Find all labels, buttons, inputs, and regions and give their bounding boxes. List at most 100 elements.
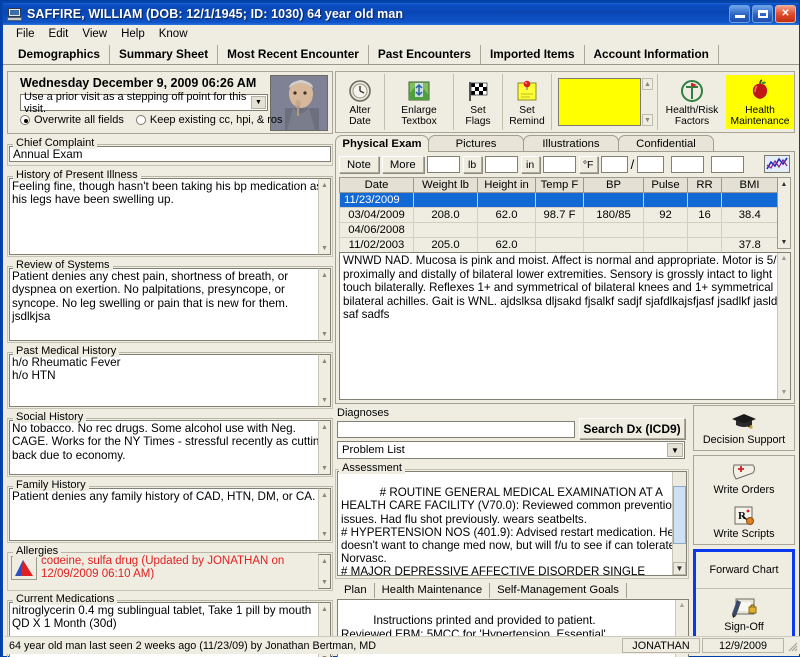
table-row[interactable]: 03/04/2009 208.0 62.0 98.7 F 180/85 92 1…: [339, 207, 778, 223]
scroll-up-icon[interactable]: ▲: [319, 269, 330, 281]
social-history-textarea[interactable]: No tobacco. No rec drugs. Some alcohol u…: [9, 420, 331, 475]
scroll-up-icon[interactable]: ▲: [641, 78, 653, 90]
col-height[interactable]: Height in: [477, 177, 536, 193]
radio-keep-existing[interactable]: Keep existing cc, hpi, & ros: [135, 114, 283, 126]
set-remind-button[interactable]: Set Remind: [503, 75, 551, 129]
pulse-input[interactable]: [671, 156, 705, 173]
close-button[interactable]: ✕: [775, 5, 796, 23]
ros-textarea[interactable]: Patient denies any chest pain, shortness…: [9, 268, 331, 341]
scroll-down-icon[interactable]: ▼: [778, 387, 790, 399]
tab-most-recent-encounter[interactable]: Most Recent Encounter: [218, 45, 369, 64]
alter-date-button[interactable]: Alter Date: [336, 75, 384, 129]
physical-exam-note[interactable]: WNWD NAD. Mucosa is pink and moist. Affe…: [339, 252, 791, 400]
table-row[interactable]: 11/23/2009: [339, 192, 778, 208]
temp-input[interactable]: [542, 156, 576, 173]
ros-scrollbar[interactable]: ▲ ▼: [318, 268, 331, 341]
allergies-scrollbar[interactable]: ▲ ▼: [318, 554, 331, 589]
weight-input[interactable]: [426, 156, 460, 173]
scroll-up-icon[interactable]: ▲: [778, 178, 790, 190]
problem-list-select[interactable]: Problem List ▼: [337, 441, 685, 459]
write-scripts-button[interactable]: R Write Scripts: [694, 500, 794, 544]
yellow-notepad[interactable]: [558, 78, 641, 126]
tab-confidential[interactable]: Confidential: [618, 135, 714, 152]
height-input[interactable]: [484, 156, 518, 173]
weight-unit-label[interactable]: lb: [462, 156, 482, 173]
family-history-textarea[interactable]: Patient denies any family history of CAD…: [9, 488, 331, 541]
note-button[interactable]: Note: [339, 156, 379, 173]
pmh-scrollbar[interactable]: ▲ ▼: [318, 354, 331, 407]
sign-off-button[interactable]: Sign-Off: [696, 588, 792, 638]
allergies-value[interactable]: codeine, sulfa drug (Updated by JONATHAN…: [41, 555, 315, 581]
scroll-up-icon[interactable]: ▲: [319, 355, 330, 367]
tab-pictures[interactable]: Pictures: [428, 135, 524, 152]
scroll-up-icon[interactable]: ▲: [319, 421, 330, 433]
scroll-down-icon[interactable]: ▼: [319, 394, 330, 406]
scroll-down-icon[interactable]: ▼: [319, 528, 330, 540]
tab-imported-items[interactable]: Imported Items: [481, 45, 585, 64]
menu-file[interactable]: File: [9, 27, 42, 42]
bp-systolic-input[interactable]: [600, 156, 628, 173]
table-row[interactable]: 04/06/2008: [339, 222, 778, 238]
diagnoses-input[interactable]: [337, 421, 575, 438]
scroll-down-icon[interactable]: ▼: [319, 328, 330, 340]
table-row[interactable]: 11/02/2003 205.0 62.0 37.8: [339, 237, 778, 253]
maximize-button[interactable]: [752, 5, 773, 23]
temp-unit-label[interactable]: °F: [578, 156, 598, 173]
tab-health-maintenance[interactable]: Health Maintenance: [375, 583, 491, 598]
scroll-up-icon[interactable]: ▲: [319, 603, 330, 615]
enlarge-textbox-button[interactable]: Enlarge Textbox: [385, 75, 453, 129]
minimize-button[interactable]: [729, 5, 750, 23]
scroll-down-icon[interactable]: ▼: [319, 462, 330, 474]
menu-edit[interactable]: Edit: [42, 27, 76, 42]
assessment-scrollbar[interactable]: ▲ ▼: [672, 472, 686, 575]
scroll-up-icon[interactable]: ▲: [778, 253, 790, 265]
tab-plan[interactable]: Plan: [337, 583, 375, 598]
tab-self-management-goals[interactable]: Self-Management Goals: [490, 583, 627, 598]
forward-chart-button[interactable]: Forward Chart: [696, 552, 792, 588]
family-scrollbar[interactable]: ▲ ▼: [318, 488, 331, 541]
scrollbar-thumb[interactable]: [673, 486, 686, 544]
trend-graph-icon[interactable]: [764, 155, 790, 173]
scroll-up-icon[interactable]: ▲: [319, 179, 330, 191]
tab-physical-exam[interactable]: Physical Exam: [335, 135, 429, 152]
chevron-down-icon[interactable]: ▼: [251, 96, 266, 109]
menu-help[interactable]: Help: [114, 27, 152, 42]
tab-demographics[interactable]: Demographics: [9, 45, 110, 64]
chevron-down-icon[interactable]: ▼: [667, 443, 683, 457]
set-flags-button[interactable]: Set Flags: [454, 75, 502, 129]
decision-support-button[interactable]: Decision Support: [694, 406, 794, 450]
hpi-scrollbar[interactable]: ▲ ▼: [318, 178, 331, 255]
col-temp[interactable]: Temp F: [535, 177, 584, 193]
hpi-textarea[interactable]: Feeling fine, though hasn't been taking …: [9, 178, 331, 255]
col-date[interactable]: Date: [339, 177, 414, 193]
health-maintenance-button[interactable]: Health Maintenance: [726, 75, 794, 129]
scroll-up-icon[interactable]: ▲: [319, 489, 330, 501]
tab-past-encounters[interactable]: Past Encounters: [369, 45, 481, 64]
rr-input[interactable]: [711, 156, 745, 173]
physical-exam-note-scrollbar[interactable]: ▲ ▼: [777, 253, 790, 399]
menu-know[interactable]: Know: [152, 27, 195, 42]
col-bmi[interactable]: BMI: [721, 177, 778, 193]
search-dx-button[interactable]: Search Dx (ICD9): [579, 418, 685, 439]
vitals-table-scrollbar[interactable]: ▲ ▼: [777, 177, 791, 249]
col-weight[interactable]: Weight lb: [413, 177, 478, 193]
scroll-down-icon[interactable]: ▼: [319, 242, 330, 254]
menu-view[interactable]: View: [75, 27, 114, 42]
notepad-scrollbar[interactable]: ▲ ▼: [641, 78, 653, 126]
resize-grip[interactable]: [786, 640, 798, 652]
tab-illustrations[interactable]: Illustrations: [523, 135, 619, 152]
scroll-down-icon[interactable]: ▼: [778, 236, 790, 248]
col-rr[interactable]: RR: [687, 177, 722, 193]
scroll-up-icon[interactable]: ▲: [676, 600, 688, 612]
write-orders-button[interactable]: Write Orders: [694, 456, 794, 500]
more-button[interactable]: More: [381, 156, 424, 173]
tab-account-information[interactable]: Account Information: [585, 45, 719, 64]
radio-overwrite-all-fields[interactable]: Overwrite all fields: [20, 114, 124, 126]
prior-visit-select[interactable]: Use a prior visit as a stepping off poin…: [20, 91, 268, 115]
allergy-alert-icon[interactable]: [11, 556, 37, 580]
social-scrollbar[interactable]: ▲ ▼: [318, 420, 331, 475]
tab-summary-sheet[interactable]: Summary Sheet: [110, 45, 219, 64]
col-pulse[interactable]: Pulse: [643, 177, 688, 193]
scroll-up-icon[interactable]: ▲: [319, 555, 330, 567]
scroll-down-icon[interactable]: ▼: [319, 576, 330, 588]
